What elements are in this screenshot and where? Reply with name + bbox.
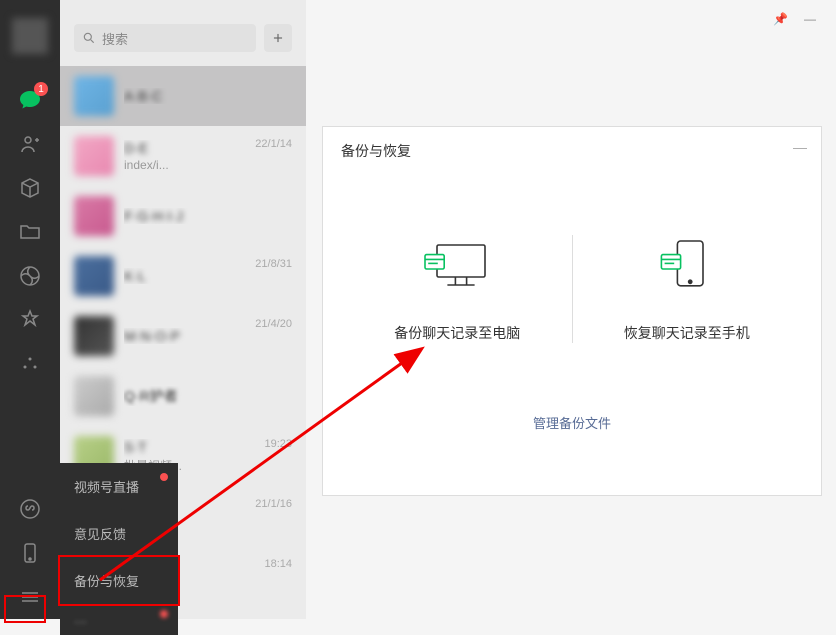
minimize-icon[interactable]: —: [804, 12, 816, 26]
backup-to-pc-option[interactable]: 备份聊天记录至电脑: [343, 215, 572, 363]
chat-name: K·L: [124, 268, 255, 284]
chat-item[interactable]: Q·R护者: [60, 366, 306, 426]
chat-avatar: [74, 376, 114, 416]
chat-name: A·B·C: [124, 88, 292, 104]
chat-item[interactable]: F·G·H·I·J: [60, 186, 306, 246]
chat-avatar: [74, 196, 114, 236]
chat-time: 21/1/16: [255, 498, 292, 510]
left-sidebar: 1: [0, 0, 60, 619]
user-avatar[interactable]: [12, 18, 48, 54]
search-row: 搜索: [60, 0, 306, 66]
plus-icon: [271, 31, 285, 45]
chat-tab[interactable]: 1: [16, 86, 44, 114]
contacts-tab[interactable]: [16, 130, 44, 158]
chat-avatar: [74, 316, 114, 356]
chat-item[interactable]: M·N·O·P 21/4/20: [60, 306, 306, 366]
popup-item-feedback[interactable]: 意见反馈: [60, 510, 178, 557]
chat-avatar: [74, 136, 114, 176]
dialog-close-button[interactable]: —: [793, 139, 807, 155]
window-controls: 📌 —: [773, 12, 816, 26]
popup-item-live[interactable]: 视频号直播: [60, 463, 178, 510]
settings-popup-menu: 视频号直播 意见反馈 备份与恢复 ···: [60, 463, 178, 635]
chat-name: S·T: [124, 439, 264, 455]
popup-item-more[interactable]: ···: [60, 604, 178, 635]
backup-to-pc-label: 备份聊天记录至电脑: [394, 323, 520, 343]
mini-program-icon[interactable]: [16, 495, 44, 523]
popup-item-backup-restore[interactable]: 备份与恢复: [58, 555, 180, 606]
chat-name: M·N·O·P: [124, 328, 255, 344]
folder-tab[interactable]: [16, 218, 44, 246]
chat-time: 22/1/14: [255, 138, 292, 150]
manage-backup-link[interactable]: 管理备份文件: [533, 416, 611, 431]
chat-badge: 1: [34, 82, 48, 96]
cube-tab[interactable]: [16, 174, 44, 202]
search-icon: [82, 31, 96, 45]
chat-time: 19:23: [264, 438, 292, 450]
monitor-icon: [417, 235, 497, 295]
dialog-title: 备份与恢复 —: [323, 127, 821, 175]
chat-name: Q·R护者: [124, 386, 292, 406]
more-tab[interactable]: [16, 350, 44, 378]
chat-avatar: [74, 256, 114, 296]
red-dot-indicator: [160, 610, 168, 618]
aperture-tab[interactable]: [16, 262, 44, 290]
backup-restore-dialog: 备份与恢复 — 备份聊天记录至电脑 恢复聊天: [322, 126, 822, 496]
chat-preview: index/i...: [124, 158, 255, 172]
chat-time: 18:14: [264, 558, 292, 570]
add-button[interactable]: [264, 24, 292, 52]
chat-item[interactable]: K·L 21/8/31: [60, 246, 306, 306]
phone-icon[interactable]: [16, 539, 44, 567]
chat-name: D·E: [124, 140, 255, 156]
chat-avatar: [74, 76, 114, 116]
pin-icon[interactable]: 📌: [773, 12, 788, 26]
red-dot-indicator: [160, 473, 168, 481]
restore-to-phone-option[interactable]: 恢复聊天记录至手机: [573, 215, 802, 363]
search-placeholder: 搜索: [102, 29, 128, 48]
favorites-tab[interactable]: [16, 306, 44, 334]
search-input[interactable]: 搜索: [74, 24, 256, 52]
chat-item[interactable]: A·B·C: [60, 66, 306, 126]
chat-time: 21/8/31: [255, 258, 292, 270]
chat-name: F·G·H·I·J: [124, 208, 292, 224]
dialog-footer: 管理备份文件: [323, 383, 821, 453]
chat-time: 21/4/20: [255, 318, 292, 330]
restore-to-phone-label: 恢复聊天记录至手机: [624, 323, 750, 343]
phone-restore-icon: [647, 235, 727, 295]
chat-item[interactable]: D·E index/i... 22/1/14: [60, 126, 306, 186]
